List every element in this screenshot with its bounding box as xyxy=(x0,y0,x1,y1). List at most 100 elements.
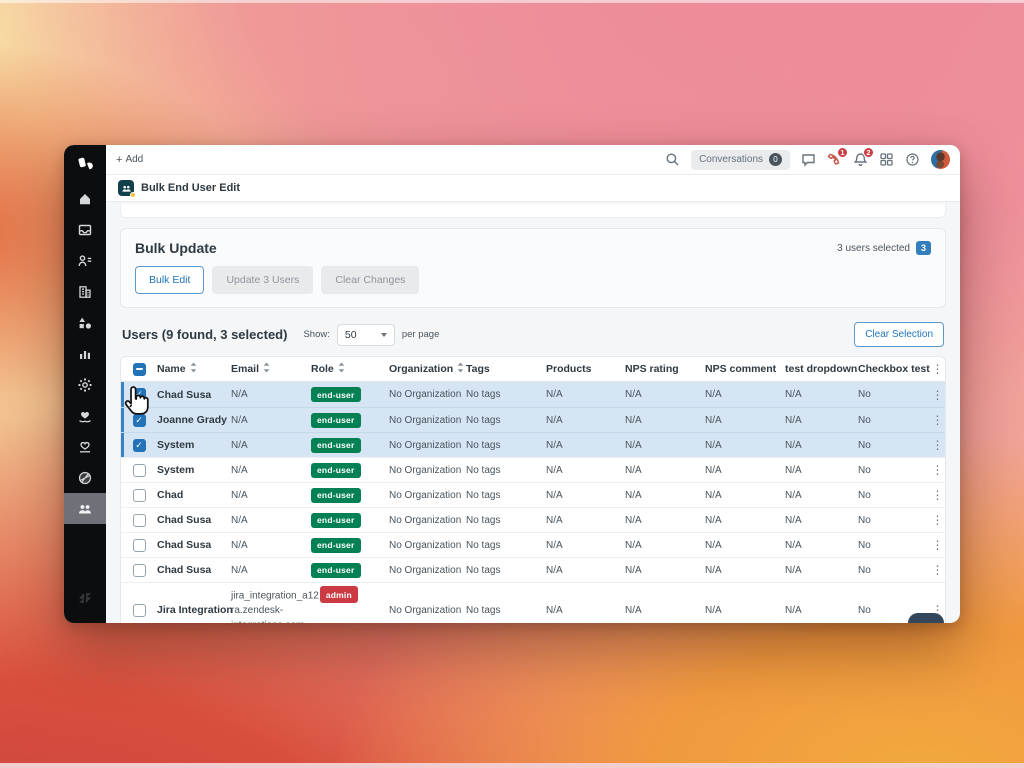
row-checkbox[interactable] xyxy=(133,489,146,502)
cell-name: System xyxy=(157,464,231,476)
row-checkbox[interactable]: ✓ xyxy=(133,414,146,427)
users-selected-text: 3 users selected xyxy=(837,243,910,254)
cell-organization: No Organization xyxy=(389,389,466,400)
cell-test-dropdown: N/A xyxy=(785,515,858,526)
column-header-email[interactable]: Email xyxy=(231,362,311,376)
cell-nps-comment: N/A xyxy=(705,565,785,576)
table-header-row: NameEmailRoleOrganizationTagsProductsNPS… xyxy=(121,357,945,382)
row-menu-kebab-icon[interactable]: ⋮ xyxy=(930,414,945,426)
cell-nps-comment: N/A xyxy=(705,515,785,526)
row-checkbox[interactable]: ✓ xyxy=(133,388,146,401)
row-menu-kebab-icon[interactable]: ⋮ xyxy=(930,539,945,551)
sidebar-item-organizations[interactable] xyxy=(64,276,106,307)
sidebar-item-explore-globe[interactable] xyxy=(64,462,106,493)
cell-test-dropdown: N/A xyxy=(785,389,858,400)
sidebar-item-home[interactable] xyxy=(64,183,106,214)
users-table: NameEmailRoleOrganizationTagsProductsNPS… xyxy=(120,356,946,623)
cell-organization: No Organization xyxy=(389,540,466,551)
row-menu-kebab-icon[interactable]: ⋮ xyxy=(930,564,945,576)
cell-email: N/A xyxy=(231,490,311,501)
role-badge-admin: admin xyxy=(320,586,358,603)
row-checkbox[interactable] xyxy=(133,514,146,527)
cell-products: N/A xyxy=(546,415,625,426)
cell-nps-rating: N/A xyxy=(625,565,705,576)
cell-checkbox-test: No xyxy=(858,465,930,476)
row-checkbox[interactable] xyxy=(133,604,146,617)
email-text-line2: integrations.com xyxy=(231,619,383,623)
phone-icon[interactable]: 1 xyxy=(827,152,842,167)
table-row: Jira Integrationjira_integration_a12admi… xyxy=(121,582,945,623)
cell-email: N/A xyxy=(231,440,311,451)
cell-nps-comment: N/A xyxy=(705,605,785,616)
users-toolbar: Users (9 found, 3 selected) Show: 50 per… xyxy=(122,322,944,347)
sidebar-item-customers[interactable] xyxy=(64,245,106,276)
column-header-checkbox-test[interactable]: Checkbox test xyxy=(858,363,930,375)
column-header-tags[interactable]: Tags xyxy=(466,363,546,375)
chat-icon[interactable] xyxy=(801,152,816,167)
column-header-nps-rating[interactable]: NPS rating xyxy=(625,363,705,375)
select-all-checkbox[interactable] xyxy=(133,363,146,376)
bulk-end-user-edit-app-icon xyxy=(118,180,134,196)
apps-grid-icon[interactable] xyxy=(879,152,894,167)
page-size-select[interactable]: 50 xyxy=(337,324,395,346)
table-row: ✓Chad SusaN/Aend-userNo OrganizationNo t… xyxy=(121,382,945,407)
cell-nps-comment: N/A xyxy=(705,540,785,551)
chat-launcher-peek[interactable] xyxy=(908,613,944,623)
cell-checkbox-test: No xyxy=(858,440,930,451)
cell-nps-rating: N/A xyxy=(625,490,705,501)
cell-checkbox-test: No xyxy=(858,515,930,526)
sidebar-item-objects[interactable] xyxy=(64,307,106,338)
cell-checkbox-test: No xyxy=(858,540,930,551)
row-menu-kebab-icon[interactable]: ⋮ xyxy=(930,489,945,501)
header-menu-kebab-icon[interactable]: ⋮ xyxy=(930,363,945,375)
column-header-test-dropdown[interactable]: test dropdown xyxy=(785,363,858,375)
cell-test-dropdown: N/A xyxy=(785,440,858,451)
cell-test-dropdown: N/A xyxy=(785,565,858,576)
column-header-organization[interactable]: Organization xyxy=(389,362,466,376)
table-row: Chad SusaN/Aend-userNo OrganizationNo ta… xyxy=(121,507,945,532)
row-menu-kebab-icon[interactable]: ⋮ xyxy=(930,389,945,401)
table-row: ✓Joanne GradyN/Aend-userNo OrganizationN… xyxy=(121,407,945,432)
row-menu-kebab-icon[interactable]: ⋮ xyxy=(930,514,945,526)
column-header-products[interactable]: Products xyxy=(546,363,625,375)
cell-tags: No tags xyxy=(466,440,546,451)
scrolled-card-edge xyxy=(120,204,946,218)
cell-nps-comment: N/A xyxy=(705,389,785,400)
row-checkbox[interactable]: ✓ xyxy=(133,439,146,452)
column-header-nps-comment[interactable]: NPS comment xyxy=(705,363,785,375)
column-label: NPS comment xyxy=(705,363,776,375)
column-header-role[interactable]: Role xyxy=(311,362,389,376)
clear-changes-button[interactable]: Clear Changes xyxy=(321,266,419,294)
users-count-title: Users (9 found, 3 selected) xyxy=(122,327,287,342)
cell-email: jira_integration_a12adminra.zendesk-inte… xyxy=(231,587,389,623)
row-menu-kebab-icon[interactable]: ⋮ xyxy=(930,439,945,451)
sidebar-item-settings[interactable] xyxy=(64,369,106,400)
plus-icon: + xyxy=(116,154,122,166)
row-checkbox[interactable] xyxy=(133,564,146,577)
cell-products: N/A xyxy=(546,465,625,476)
column-label: NPS rating xyxy=(625,363,679,375)
user-avatar[interactable] xyxy=(931,150,950,169)
column-header-name[interactable]: Name xyxy=(157,362,231,376)
row-checkbox[interactable] xyxy=(133,539,146,552)
cell-nps-comment: N/A xyxy=(705,440,785,451)
sidebar-item-heart-hands-1[interactable] xyxy=(64,400,106,431)
add-tab-button[interactable]: + Add xyxy=(116,154,143,166)
row-menu-kebab-icon[interactable]: ⋮ xyxy=(930,464,945,476)
zendesk-z-logo-icon xyxy=(77,590,93,611)
row-checkbox[interactable] xyxy=(133,464,146,477)
sidebar-item-people-active[interactable] xyxy=(64,493,106,524)
sidebar-item-heart-hands-2[interactable] xyxy=(64,431,106,462)
update-users-button[interactable]: Update 3 Users xyxy=(212,266,313,294)
clear-selection-button[interactable]: Clear Selection xyxy=(854,322,944,347)
role-badge-end-user: end-user xyxy=(311,538,361,553)
cell-name: Chad Susa xyxy=(157,514,231,526)
search-icon[interactable] xyxy=(665,152,680,167)
help-icon[interactable] xyxy=(905,152,920,167)
sidebar-item-ticket-inbox[interactable] xyxy=(64,214,106,245)
sidebar-item-reporting[interactable] xyxy=(64,338,106,369)
bell-icon[interactable]: 2 xyxy=(853,152,868,167)
conversations-button[interactable]: Conversations 0 xyxy=(691,150,790,170)
bulk-edit-button[interactable]: Bulk Edit xyxy=(135,266,204,294)
cell-tags: No tags xyxy=(466,565,546,576)
